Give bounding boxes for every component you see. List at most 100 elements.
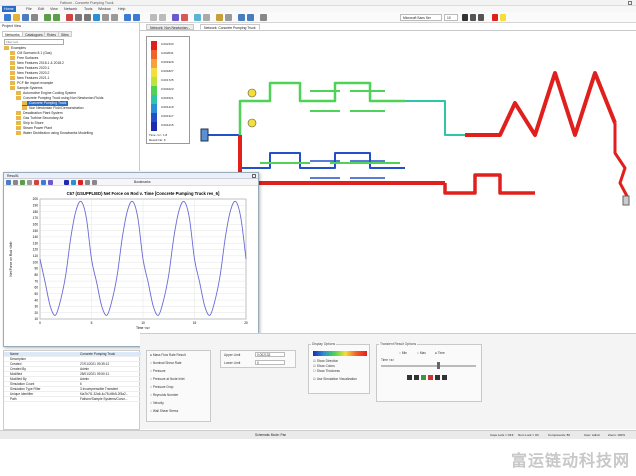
time-slider[interactable] bbox=[381, 365, 476, 367]
pipe-icon[interactable] bbox=[75, 14, 82, 21]
table-icon[interactable] bbox=[27, 180, 32, 185]
fill-color-icon[interactable] bbox=[500, 14, 506, 21]
result-type-option[interactable]: ○ Reynolds Number bbox=[150, 393, 178, 397]
marker-icon[interactable] bbox=[78, 180, 83, 185]
tab-sites[interactable]: Sites bbox=[58, 31, 72, 37]
tab-roles[interactable]: Roles bbox=[44, 31, 59, 37]
pipe-network[interactable] bbox=[200, 43, 636, 223]
grid-icon[interactable] bbox=[159, 14, 166, 21]
pan-icon[interactable] bbox=[133, 14, 140, 21]
show-colors-option[interactable]: ☑ Show Colors bbox=[313, 364, 335, 368]
radio-max[interactable]: ○ Max bbox=[417, 351, 426, 355]
show-thickness-option[interactable]: ☐ Show Thickness bbox=[313, 369, 340, 373]
upper-limit-input[interactable]: 0.002133 bbox=[255, 352, 285, 357]
play-icon[interactable] bbox=[421, 375, 426, 380]
graph-icon[interactable] bbox=[247, 14, 254, 21]
legend-swatch bbox=[151, 77, 157, 86]
valve-icon[interactable] bbox=[111, 14, 118, 21]
radio-time[interactable]: ● Time bbox=[435, 351, 445, 355]
font-size-select[interactable]: 10 bbox=[444, 14, 458, 21]
use-sim-vis-option[interactable]: ☑ Use Simulation Visualization bbox=[313, 377, 357, 381]
result-type-option[interactable]: ○ Pressure Drop bbox=[150, 385, 173, 389]
y-tick-label: 60 bbox=[34, 286, 38, 290]
bold-icon[interactable] bbox=[462, 14, 468, 21]
tree-label: New Features 2021.1 bbox=[17, 76, 50, 80]
x-tick-label: 15 bbox=[193, 321, 197, 325]
folder-icon bbox=[10, 66, 15, 70]
property-row[interactable]: Path Fathom/Sample Systems/Concr... bbox=[4, 397, 141, 402]
save-icon[interactable] bbox=[22, 14, 29, 21]
tank-icon[interactable] bbox=[93, 14, 100, 21]
tab-catalogues[interactable]: Catalogues bbox=[22, 31, 46, 37]
step-back-icon[interactable] bbox=[414, 375, 419, 380]
close-icon[interactable] bbox=[252, 174, 256, 178]
result-type-label: Nominal Shear Rate bbox=[152, 361, 182, 365]
layer-icon[interactable] bbox=[203, 14, 210, 21]
stop-icon[interactable] bbox=[428, 375, 433, 380]
result-type-option[interactable]: ● Mass Flow Rate Result bbox=[150, 353, 186, 357]
underline-icon[interactable] bbox=[478, 14, 484, 21]
junction-icon[interactable] bbox=[84, 14, 91, 21]
show-direction-option[interactable]: ☑ Show Direction bbox=[313, 359, 338, 363]
rewind-icon[interactable] bbox=[407, 375, 412, 380]
result-type-option[interactable]: ○ Wall Shear Stress bbox=[150, 409, 178, 413]
water-icon[interactable] bbox=[194, 14, 201, 21]
status-num: Num Lock = ON bbox=[518, 433, 540, 437]
tree-label: New Features 2018.1 & 2018.2 bbox=[17, 61, 64, 65]
fast-forward-icon[interactable] bbox=[442, 375, 447, 380]
settings-icon[interactable] bbox=[225, 14, 232, 21]
font-color-icon[interactable] bbox=[492, 14, 498, 21]
chart-icon[interactable] bbox=[34, 180, 39, 185]
tree-item[interactable]: Water Distribution using Snowbanks Model… bbox=[16, 131, 93, 136]
tree-label: Ship to Shore bbox=[23, 121, 44, 125]
axis-icon[interactable] bbox=[71, 180, 76, 185]
highlight-icon[interactable] bbox=[181, 14, 188, 21]
new-icon[interactable] bbox=[4, 14, 11, 21]
tree-filter-input[interactable] bbox=[4, 39, 64, 45]
print-icon[interactable] bbox=[13, 180, 18, 185]
project-view: Project View Networks Catalogues Roles S… bbox=[0, 23, 140, 171]
result-type-option[interactable]: ○ Nominal Shear Rate bbox=[150, 361, 182, 365]
save-icon[interactable] bbox=[6, 180, 11, 185]
open-icon[interactable] bbox=[13, 14, 20, 21]
zoom-icon[interactable] bbox=[124, 14, 131, 21]
lower-limit-input[interactable]: 0 bbox=[255, 360, 285, 365]
tag-icon[interactable] bbox=[216, 14, 223, 21]
table-icon[interactable] bbox=[260, 14, 267, 21]
step-forward-icon[interactable] bbox=[435, 375, 440, 380]
redo-icon[interactable] bbox=[53, 14, 60, 21]
result-window[interactable]: Result1 Bookmarks C67 (GSUPPLIED) Net Fo… bbox=[3, 172, 259, 347]
italic-icon[interactable] bbox=[470, 14, 476, 21]
radio-min[interactable]: ○ Min bbox=[399, 351, 407, 355]
folder-icon bbox=[16, 131, 21, 135]
close-icon[interactable] bbox=[628, 1, 632, 5]
align-icon[interactable] bbox=[150, 14, 157, 21]
series-icon[interactable] bbox=[64, 180, 69, 185]
color-icon[interactable] bbox=[172, 14, 179, 21]
legend-icon[interactable] bbox=[48, 180, 53, 185]
legend-result: Result No: 6 bbox=[149, 138, 166, 142]
legend-value: 0.002133 bbox=[161, 42, 174, 46]
show-direction-label: Show Direction bbox=[316, 359, 339, 363]
folder-icon bbox=[4, 46, 9, 50]
zoom-icon[interactable] bbox=[41, 180, 46, 185]
folder-icon bbox=[10, 71, 15, 75]
export-icon[interactable] bbox=[92, 180, 97, 185]
bottom-panels: ● Mass Flow Rate Result ○ Nominal Shear R… bbox=[140, 333, 636, 429]
copy-icon[interactable] bbox=[20, 180, 25, 185]
report-icon[interactable] bbox=[238, 14, 245, 21]
grid-icon[interactable] bbox=[85, 180, 90, 185]
result-type-option[interactable]: ○ Pressure at Node Inlet bbox=[150, 377, 185, 381]
result-type-option[interactable]: ○ Velocity bbox=[150, 401, 164, 405]
font-select[interactable]: Microsoft Sans Ser bbox=[400, 14, 442, 21]
tab-networks[interactable]: Networks bbox=[2, 31, 23, 37]
result-type-option[interactable]: ○ Pressure bbox=[150, 369, 166, 373]
run-icon[interactable] bbox=[66, 14, 73, 21]
result-type-label: Velocity bbox=[152, 401, 164, 405]
pump-icon[interactable] bbox=[102, 14, 109, 21]
print-icon[interactable] bbox=[31, 14, 38, 21]
undo-icon[interactable] bbox=[44, 14, 51, 21]
tree-label: Sample Systems bbox=[17, 86, 43, 90]
bookmarks-label[interactable]: Bookmarks bbox=[134, 179, 151, 186]
time-slider-thumb[interactable] bbox=[437, 362, 440, 369]
